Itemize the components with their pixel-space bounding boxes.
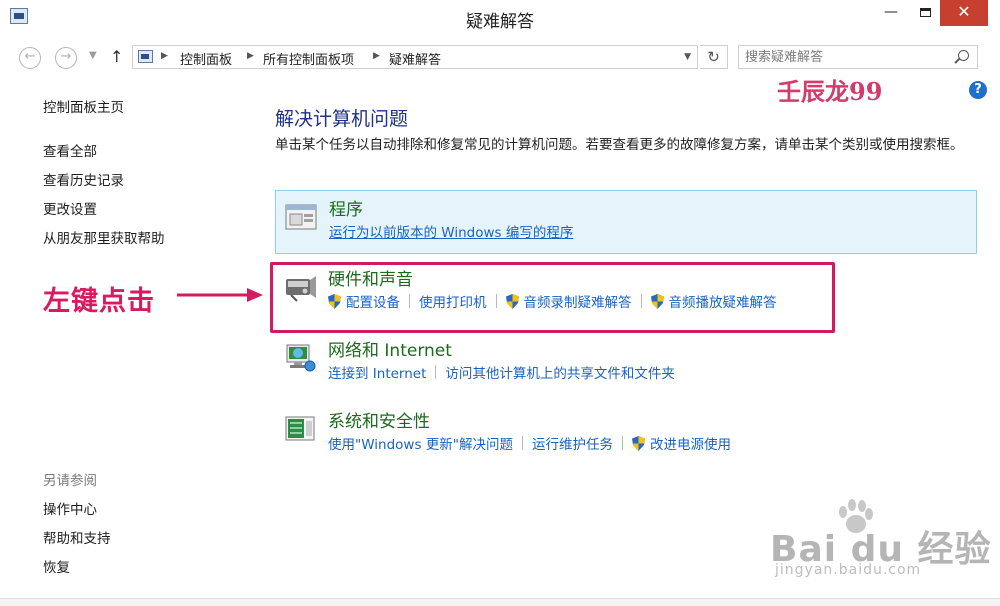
left-click-annotation: 左键点击 [43,286,155,317]
link-run-maintenance[interactable]: 运行维护任务 [532,433,613,453]
window-title: 疑难解答 [466,12,534,32]
help-icon[interactable]: ? [969,81,987,99]
programs-icon [285,204,317,230]
link-separator [621,436,623,450]
up-button[interactable]: ↑ [110,47,123,66]
link-connect-internet[interactable]: 连接到 Internet [328,362,426,382]
author-watermark: 壬辰龙99 [777,77,883,106]
sidebar-item-view-history[interactable]: 查看历史记录 [43,169,124,189]
sidebar-item-view-all[interactable]: 查看全部 [43,140,97,160]
search-input[interactable] [739,46,961,68]
link-run-older-programs[interactable]: 运行为以前版本的 Windows 编写的程序 [329,221,573,241]
troubleshooting-window: 疑难解答 — ✕ ← → ▼ ↑ ▶ 控制面板 ▶ 所有控制面板项 ▶ 疑难解答… [0,0,1000,606]
search-box[interactable] [738,45,978,69]
category-system-security[interactable]: 系统和安全性 使用"Windows 更新"解决问题 运行维护任务 改进电源使用 [275,403,977,467]
control-panel-icon [138,50,153,63]
title-bar: 疑难解答 — ✕ [0,0,1000,36]
category-title[interactable]: 程序 [329,195,363,220]
chevron-right-icon[interactable]: ▶ [161,51,168,61]
sidebar-item-help-support[interactable]: 帮助和支持 [43,527,111,547]
maximize-button[interactable] [908,0,942,26]
address-bar[interactable]: ▶ 控制面板 ▶ 所有控制面板项 ▶ 疑难解答 ▼ [132,45,698,69]
minimize-button[interactable]: — [874,0,908,26]
refresh-button[interactable]: ↻ [700,45,728,69]
baidu-url-watermark: jingyan.baidu.com [775,562,922,578]
close-button[interactable]: ✕ [940,0,988,26]
search-icon[interactable] [958,50,969,61]
breadcrumb-all-items[interactable]: 所有控制面板项 [263,49,354,68]
chevron-right-icon[interactable]: ▶ [373,51,380,61]
sidebar-item-recovery[interactable]: 恢复 [43,556,70,576]
link-improve-power-usage[interactable]: 改进电源使用 [650,433,731,453]
navigation-bar: ← → ▼ ↑ ▶ 控制面板 ▶ 所有控制面板项 ▶ 疑难解答 ▼ ↻ [0,40,1000,74]
recent-locations-dropdown[interactable]: ▼ [89,50,97,61]
category-links: 使用"Windows 更新"解决问题 运行维护任务 改进电源使用 [328,433,731,453]
uac-shield-icon [631,435,645,451]
category-title[interactable]: 网络和 Internet [328,336,452,361]
system-security-icon [285,416,315,441]
category-title[interactable]: 系统和安全性 [328,407,430,432]
arrow-right-icon [177,288,263,302]
forward-button[interactable]: → [55,47,77,69]
see-also-heading: 另请参阅 [43,473,97,489]
category-links: 连接到 Internet 访问其他计算机上的共享文件和文件夹 [328,362,675,382]
chevron-down-icon[interactable]: ▼ [684,52,691,62]
sidebar-item-action-center[interactable]: 操作中心 [43,498,97,518]
highlight-box [270,262,835,333]
category-network-internet[interactable]: 网络和 Internet 连接到 Internet 访问其他计算机上的共享文件和文… [275,332,977,396]
sidebar-item-get-help-from-friend[interactable]: 从朋友那里获取帮助 [43,227,165,247]
page-description: 单击某个任务以自动排除和修复常见的计算机问题。若要查看更多的故障修复方案，请单击… [275,137,964,153]
breadcrumb-control-panel[interactable]: 控制面板 [180,49,232,68]
network-icon [286,344,316,372]
link-separator [435,365,437,379]
back-button[interactable]: ← [19,47,41,69]
link-separator [521,436,523,450]
page-title: 解决计算机问题 [275,108,409,130]
sidebar-item-change-settings[interactable]: 更改设置 [43,198,97,218]
breadcrumb-troubleshooting[interactable]: 疑难解答 [389,49,441,68]
category-links: 运行为以前版本的 Windows 编写的程序 [329,221,573,241]
maximize-icon [919,8,931,17]
link-access-shared-files[interactable]: 访问其他计算机上的共享文件和文件夹 [445,362,675,382]
sidebar-item-control-panel-home[interactable]: 控制面板主页 [43,96,124,116]
category-programs[interactable]: 程序 运行为以前版本的 Windows 编写的程序 [275,190,977,254]
link-windows-update-troubleshoot[interactable]: 使用"Windows 更新"解决问题 [328,433,513,453]
chevron-right-icon[interactable]: ▶ [247,51,254,61]
